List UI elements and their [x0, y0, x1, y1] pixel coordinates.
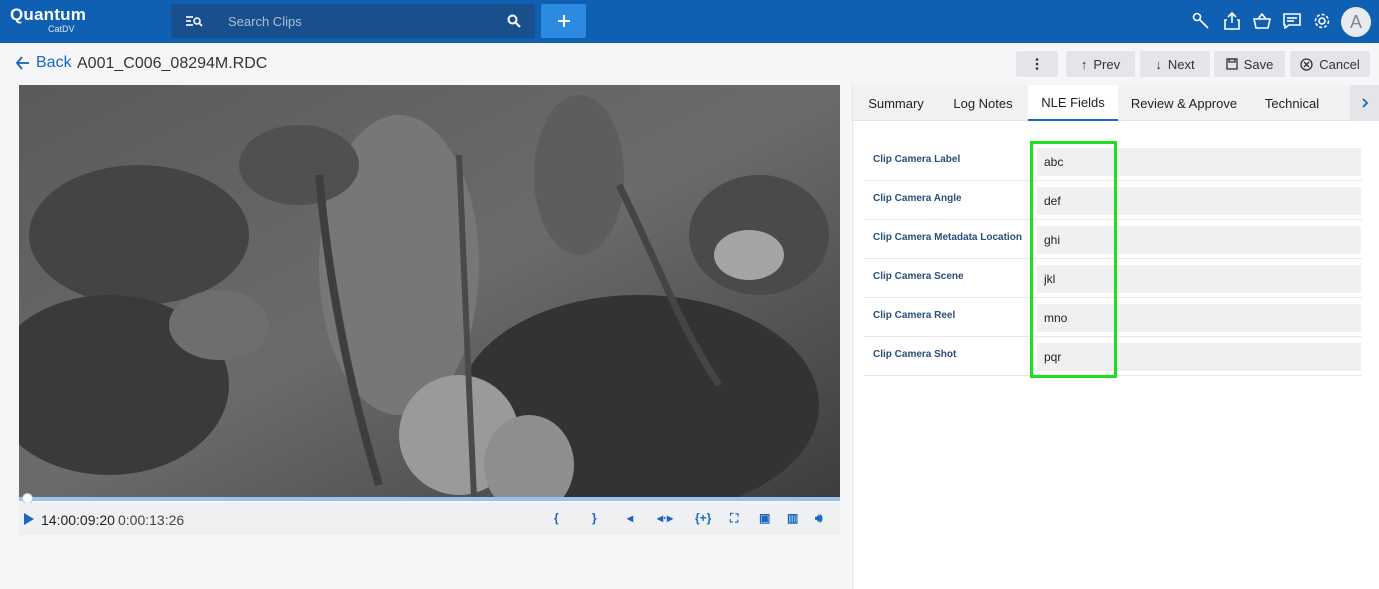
step-back-icon[interactable]: ◂: [627, 511, 633, 525]
tab-summary[interactable]: Summary: [853, 85, 939, 121]
camera-angle-field[interactable]: [1037, 187, 1361, 215]
volume-icon[interactable]: 🔊︎: [815, 511, 823, 526]
clip-title: A001_C006_08294M.RDC: [77, 55, 268, 72]
mark-in-icon[interactable]: {: [554, 511, 559, 525]
field-label: Clip Camera Reel: [873, 310, 956, 321]
arrow-down-icon: ↓: [1155, 56, 1162, 72]
save-icon: [1226, 58, 1238, 70]
kebab-menu-icon: [1035, 58, 1039, 70]
field-label: Clip Camera Shot: [873, 349, 957, 360]
add-button[interactable]: [541, 4, 586, 38]
tab-nle-fields[interactable]: NLE Fields: [1028, 85, 1118, 121]
field-label: Clip Camera Scene: [873, 271, 964, 282]
video-frame-image: [19, 85, 840, 497]
arrow-up-icon: ↑: [1080, 56, 1088, 72]
field-row-camera-reel: Clip Camera Reel: [864, 298, 1362, 337]
field-row-camera-angle: Clip Camera Angle: [864, 181, 1362, 220]
camera-shot-field[interactable]: [1037, 343, 1361, 371]
chevron-right-icon: [1362, 98, 1369, 108]
search-icon: [507, 14, 521, 28]
field-row-camera-scene: Clip Camera Scene: [864, 259, 1362, 298]
tabs-scroll-right-button[interactable]: [1350, 85, 1379, 121]
field-label: Clip Camera Angle: [873, 193, 962, 204]
save-label: Save: [1243, 56, 1274, 72]
field-row-camera-label: Clip Camera Label: [864, 142, 1362, 181]
clip-duration: 0:00:13:26: [118, 512, 185, 528]
search-filter-icon: [185, 16, 203, 27]
logo-sub: CatDV: [48, 24, 75, 34]
prev-button[interactable]: ↑ Prev: [1066, 51, 1135, 77]
camera-metadata-location-field[interactable]: [1037, 226, 1361, 254]
camera-scene-field[interactable]: [1037, 265, 1361, 293]
current-timecode: 14:00:09:20: [41, 512, 115, 528]
play-icon[interactable]: [24, 513, 34, 525]
arrow-left-icon: [16, 56, 29, 70]
app-logo[interactable]: Quantum CatDV: [10, 5, 87, 35]
camera-label-field[interactable]: [1037, 148, 1361, 176]
prev-label: Prev: [1093, 56, 1121, 72]
step-both-icon[interactable]: ◂·▸: [657, 511, 673, 525]
chat-icon: [1283, 13, 1301, 29]
video-preview[interactable]: [19, 85, 840, 497]
in-out-range-icon[interactable]: {+}: [695, 511, 711, 525]
more-options-button[interactable]: [1016, 51, 1058, 77]
logo-brand: Quantum: [10, 5, 87, 24]
audio-levels-icon[interactable]: ▥: [787, 511, 798, 525]
player-controls: 14:00:09:20 0:00:13:26 { } ◂ ◂·▸ {+} ⛶ ▣…: [19, 503, 840, 535]
field-row-camera-metadata-location: Clip Camera Metadata Location: [864, 220, 1362, 259]
share-button[interactable]: [1221, 10, 1243, 32]
field-label: Clip Camera Metadata Location: [873, 232, 1022, 243]
search-input[interactable]: [216, 4, 493, 38]
messages-button[interactable]: [1281, 10, 1303, 32]
details-panel: Summary Log Notes NLE Fields Review & Ap…: [852, 85, 1379, 589]
next-button[interactable]: ↓ Next: [1140, 51, 1210, 77]
back-link[interactable]: Back: [16, 54, 72, 72]
save-button[interactable]: Save: [1214, 51, 1285, 77]
search-submit-button[interactable]: [493, 4, 535, 38]
field-row-camera-shot: Clip Camera Shot: [864, 337, 1362, 376]
tab-technical[interactable]: Technical: [1249, 85, 1335, 121]
wrench-icon: [1192, 12, 1209, 29]
plus-icon: [557, 15, 570, 27]
tab-bar: Summary Log Notes NLE Fields Review & Ap…: [853, 85, 1379, 121]
camera-reel-field[interactable]: [1037, 304, 1361, 332]
cancel-button[interactable]: Cancel: [1290, 51, 1370, 77]
field-label: Clip Camera Label: [873, 154, 961, 165]
basket-button[interactable]: [1251, 10, 1273, 32]
user-avatar[interactable]: A: [1341, 7, 1371, 37]
back-label: Back: [36, 54, 72, 71]
basket-icon: [1253, 13, 1271, 29]
search-options-button[interactable]: [171, 4, 216, 38]
timeline-scrubber[interactable]: [19, 497, 840, 501]
next-label: Next: [1167, 56, 1195, 72]
share-icon: [1224, 12, 1240, 30]
fullscreen-icon[interactable]: ⛶: [730, 511, 738, 526]
tools-button[interactable]: [1190, 10, 1212, 32]
top-bar: Quantum CatDV A: [0, 0, 1379, 43]
gear-icon: [1314, 13, 1330, 29]
cancel-label: Cancel: [1319, 56, 1360, 72]
mark-out-icon[interactable]: }: [592, 511, 597, 525]
snapshot-icon[interactable]: ▣: [759, 511, 770, 525]
tab-review-approve[interactable]: Review & Approve: [1119, 85, 1249, 121]
settings-button[interactable]: [1311, 10, 1333, 32]
tab-log-notes[interactable]: Log Notes: [939, 85, 1027, 121]
close-circle-icon: [1300, 57, 1313, 71]
